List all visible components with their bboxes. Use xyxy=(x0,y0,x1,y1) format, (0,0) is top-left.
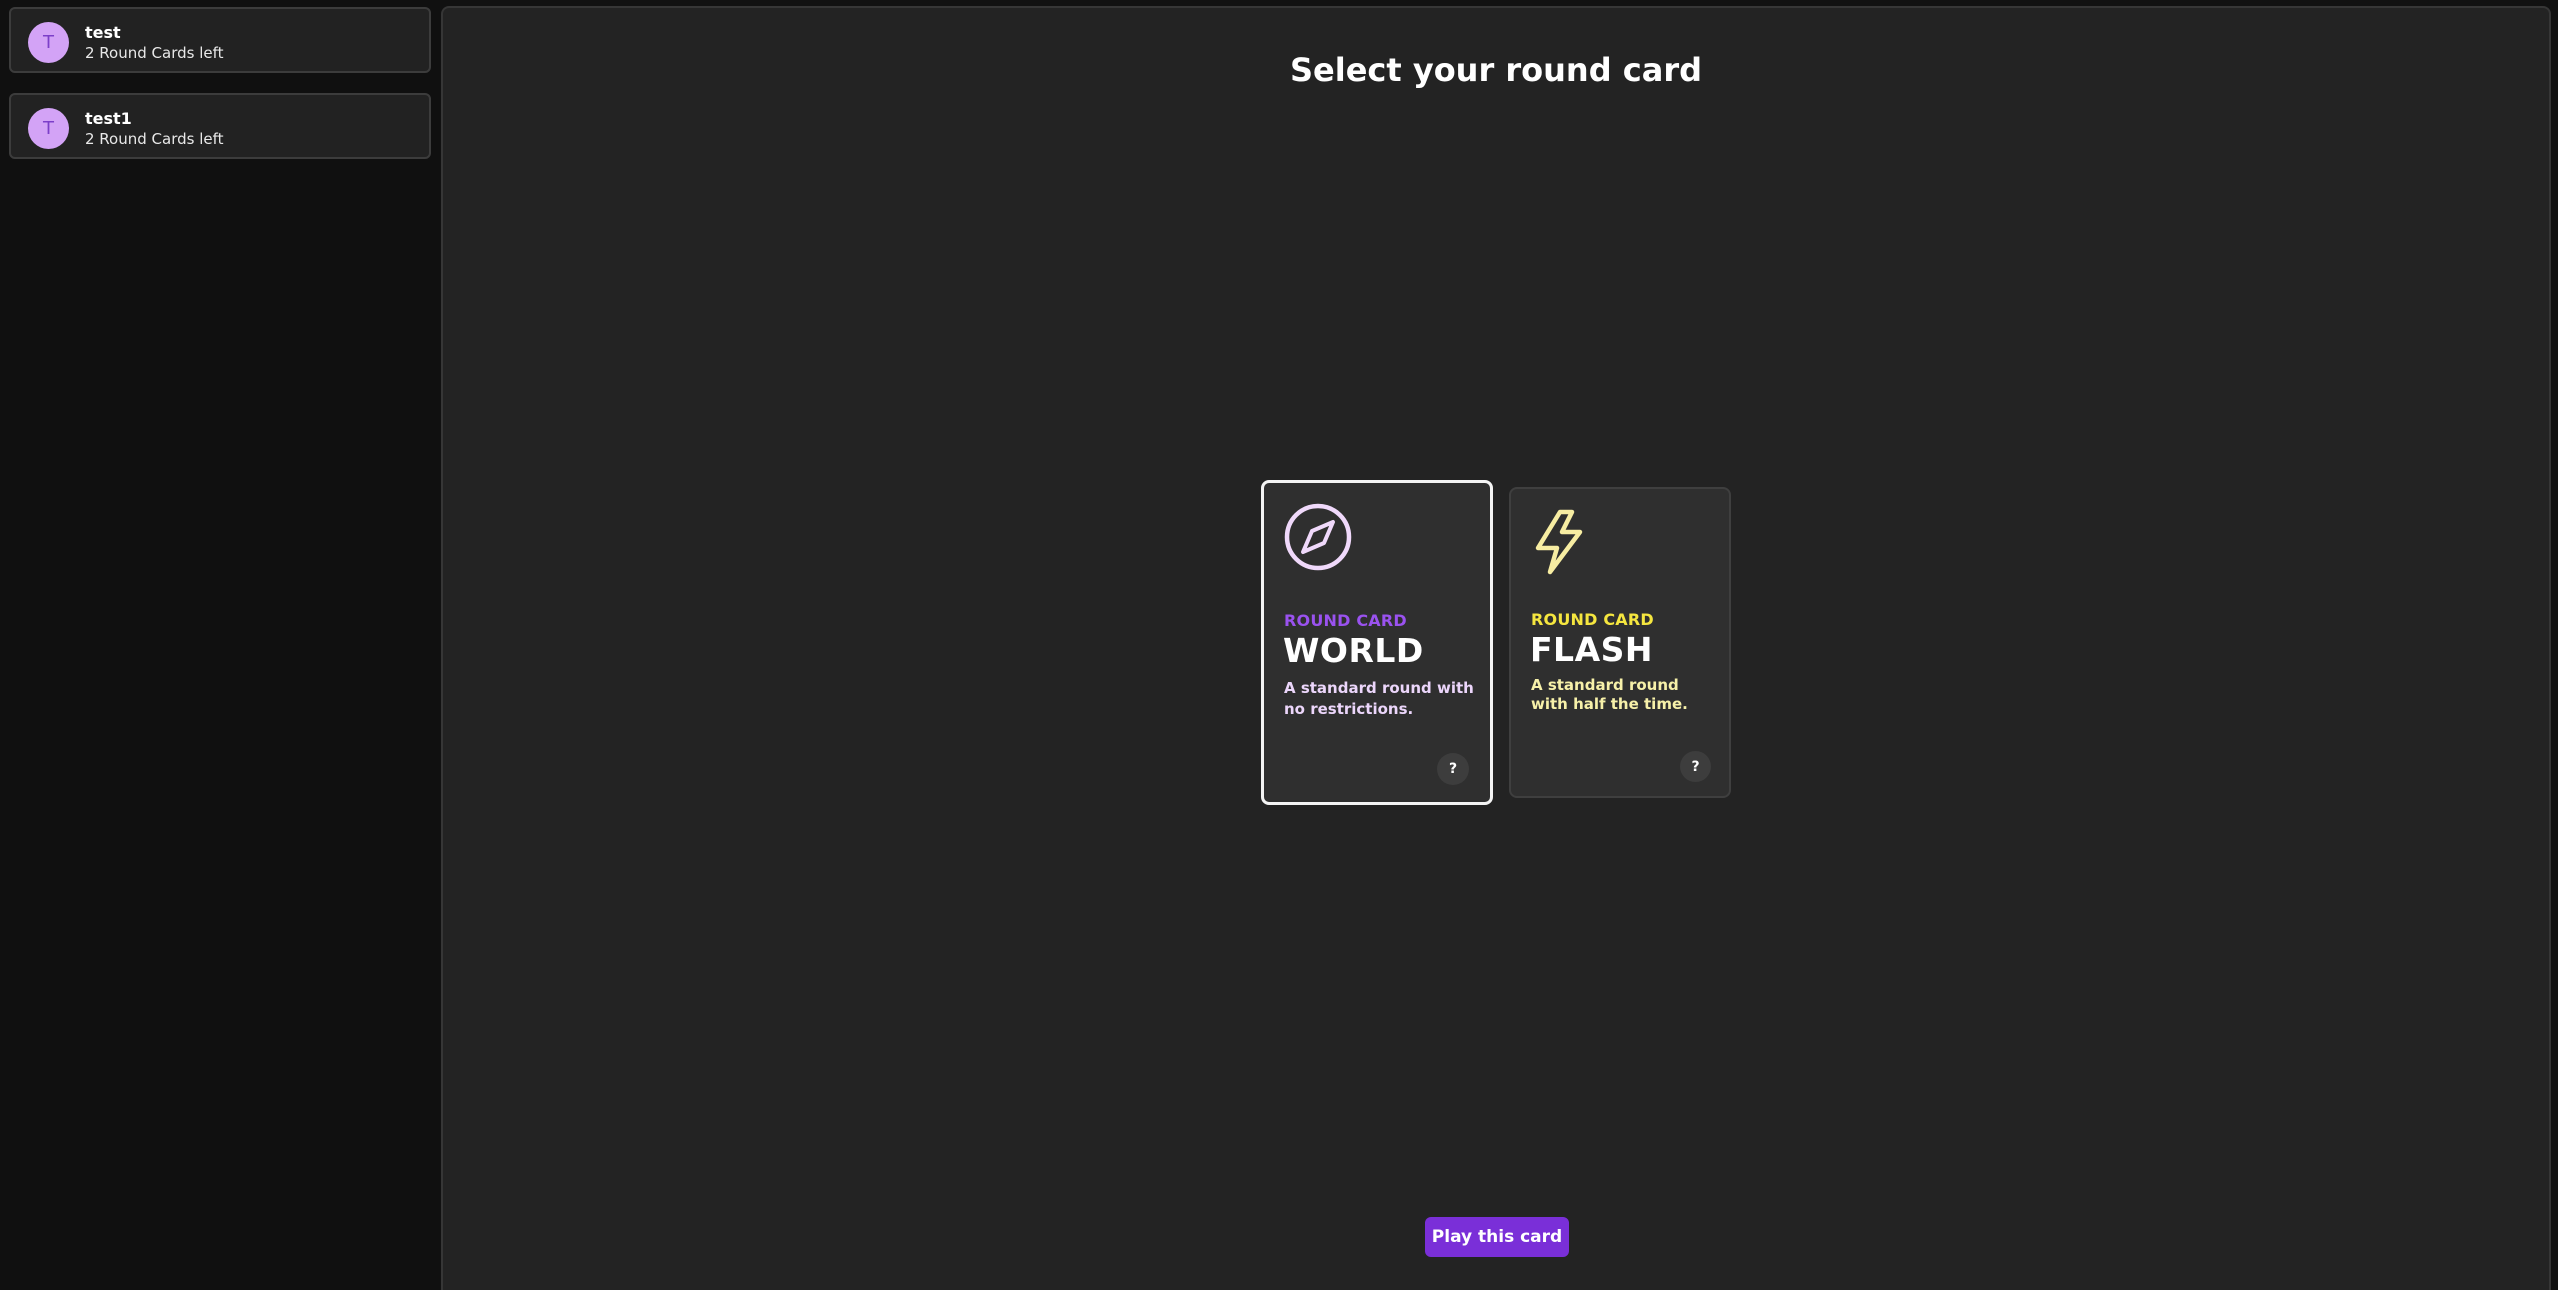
card-description: A standard round with half the time. xyxy=(1531,676,1688,713)
player-name: test1 xyxy=(85,109,132,128)
lightning-icon xyxy=(1530,508,1592,580)
player-item[interactable]: T test1 2 Round Cards left xyxy=(9,93,431,159)
card-selection-panel: Select your round card ROUND CARD WORLD … xyxy=(441,6,2551,1290)
player-item[interactable]: T test 2 Round Cards left xyxy=(9,7,431,73)
card-kicker: ROUND CARD xyxy=(1284,611,1407,630)
player-cards-left: 2 Round Cards left xyxy=(85,44,224,62)
card-title: FLASH xyxy=(1530,630,1653,669)
play-card-button[interactable]: Play this card xyxy=(1425,1217,1569,1257)
round-card-flash[interactable]: ROUND CARD FLASH A standard round with h… xyxy=(1509,487,1731,798)
compass-icon xyxy=(1283,502,1353,576)
card-help-button[interactable]: ? xyxy=(1437,753,1469,785)
player-name: test xyxy=(85,23,121,42)
player-sidebar: T test 2 Round Cards left T test1 2 Roun… xyxy=(0,0,440,1290)
avatar: T xyxy=(28,108,69,149)
avatar: T xyxy=(28,22,69,63)
card-help-button[interactable]: ? xyxy=(1680,751,1711,782)
round-card-world[interactable]: ROUND CARD WORLD A standard round with n… xyxy=(1261,480,1493,805)
player-cards-left: 2 Round Cards left xyxy=(85,130,224,148)
page-title: Select your round card xyxy=(1290,51,1702,89)
card-title: WORLD xyxy=(1283,631,1424,670)
card-description: A standard round with no restrictions. xyxy=(1284,679,1474,718)
card-kicker: ROUND CARD xyxy=(1531,610,1654,629)
